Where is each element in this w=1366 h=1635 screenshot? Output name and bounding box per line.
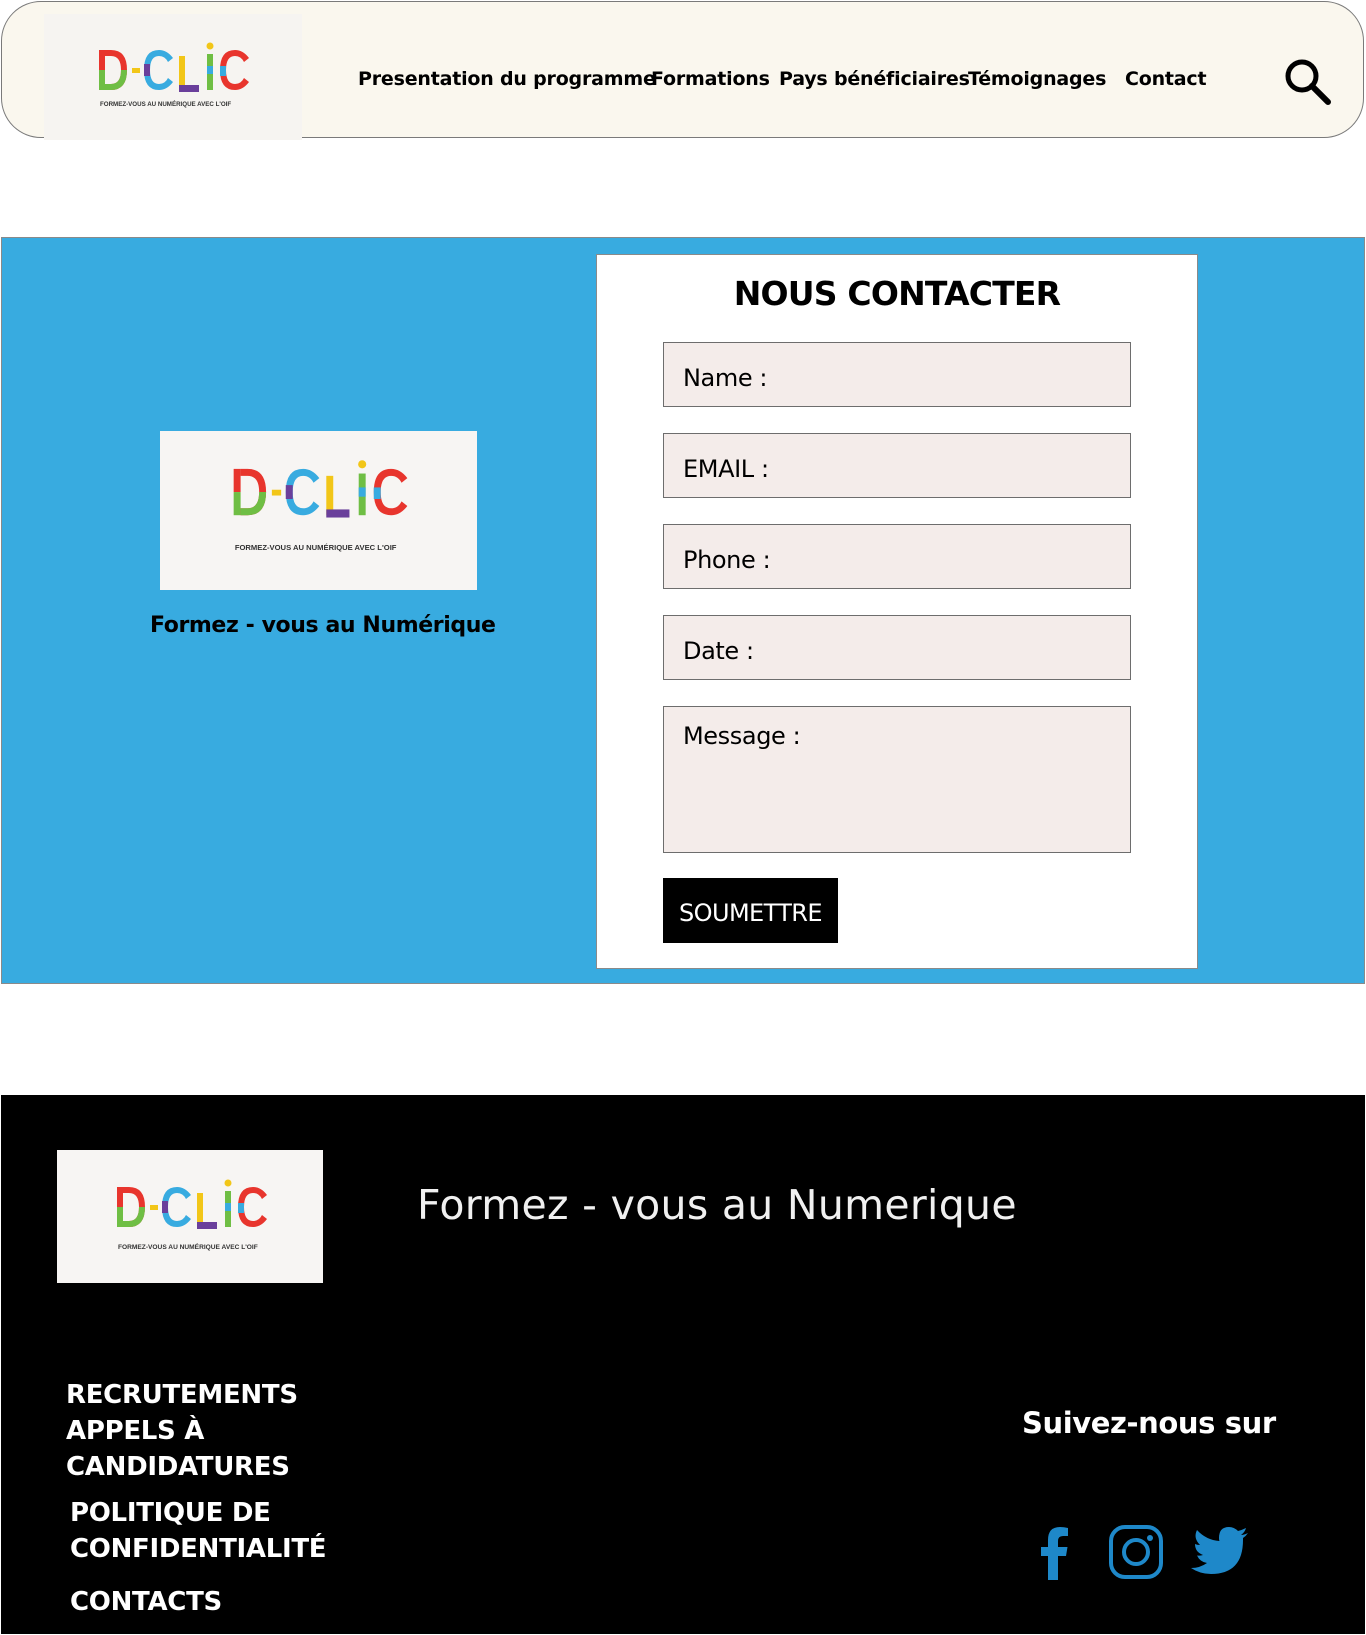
submit-button[interactable]: SOUMETTRE	[663, 878, 838, 943]
hero-tagline: Formez - vous au Numérique	[150, 613, 496, 638]
twitter-icon[interactable]	[1190, 1522, 1250, 1582]
nav-presentation[interactable]: Presentation du programme	[358, 68, 656, 90]
footer-tagline: Formez - vous au Numerique	[417, 1181, 1017, 1229]
footer-link-recrutements[interactable]: RECRUTEMENTS APPELS À CANDIDATURES	[66, 1377, 306, 1485]
logo-subtitle: FORMEZ-VOUS AU NUMÉRIQUE AVEC L'OIF	[118, 1242, 258, 1251]
nav-temoignages[interactable]: Témoignages	[968, 68, 1106, 90]
footer-logo: FORMEZ-VOUS AU NUMÉRIQUE AVEC L'OIF	[57, 1150, 323, 1283]
nav-contact[interactable]: Contact	[1125, 68, 1207, 90]
header-logo[interactable]: FORMEZ-VOUS AU NUMÉRIQUE AVEC L'OIF	[44, 14, 302, 140]
name-field[interactable]: Name :	[663, 342, 1131, 407]
logo-subtitle: FORMEZ-VOUS AU NUMÉRIQUE AVEC L'OIF	[235, 543, 397, 552]
form-title: NOUS CONTACTER	[733, 274, 1061, 313]
nav-pays-beneficiaires[interactable]: Pays bénéficiaires	[779, 68, 970, 90]
email-field[interactable]: EMAIL :	[663, 433, 1131, 498]
nav-formations[interactable]: Formations	[651, 68, 770, 90]
phone-field[interactable]: Phone :	[663, 524, 1131, 589]
hero-logo: FORMEZ-VOUS AU NUMÉRIQUE AVEC L'OIF	[160, 431, 477, 590]
dclic-logo-icon: FORMEZ-VOUS AU NUMÉRIQUE AVEC L'OIF	[99, 42, 249, 108]
dclic-logo-icon: FORMEZ-VOUS AU NUMÉRIQUE AVEC L'OIF	[117, 1179, 267, 1251]
message-field[interactable]: Message :	[663, 706, 1131, 853]
date-field[interactable]: Date :	[663, 615, 1131, 680]
instagram-icon[interactable]	[1106, 1522, 1166, 1582]
follow-us-label: Suivez-nous sur	[1022, 1406, 1276, 1440]
search-icon[interactable]	[1282, 56, 1334, 108]
facebook-icon[interactable]	[1026, 1522, 1086, 1582]
logo-subtitle: FORMEZ-VOUS AU NUMÉRIQUE AVEC L'OIF	[100, 100, 231, 108]
dclic-logo-icon: FORMEZ-VOUS AU NUMÉRIQUE AVEC L'OIF	[233, 460, 408, 552]
footer-link-contacts[interactable]: CONTACTS	[70, 1584, 222, 1620]
footer-link-politique[interactable]: POLITIQUE DE CONFIDENTIALITÉ	[70, 1495, 330, 1567]
